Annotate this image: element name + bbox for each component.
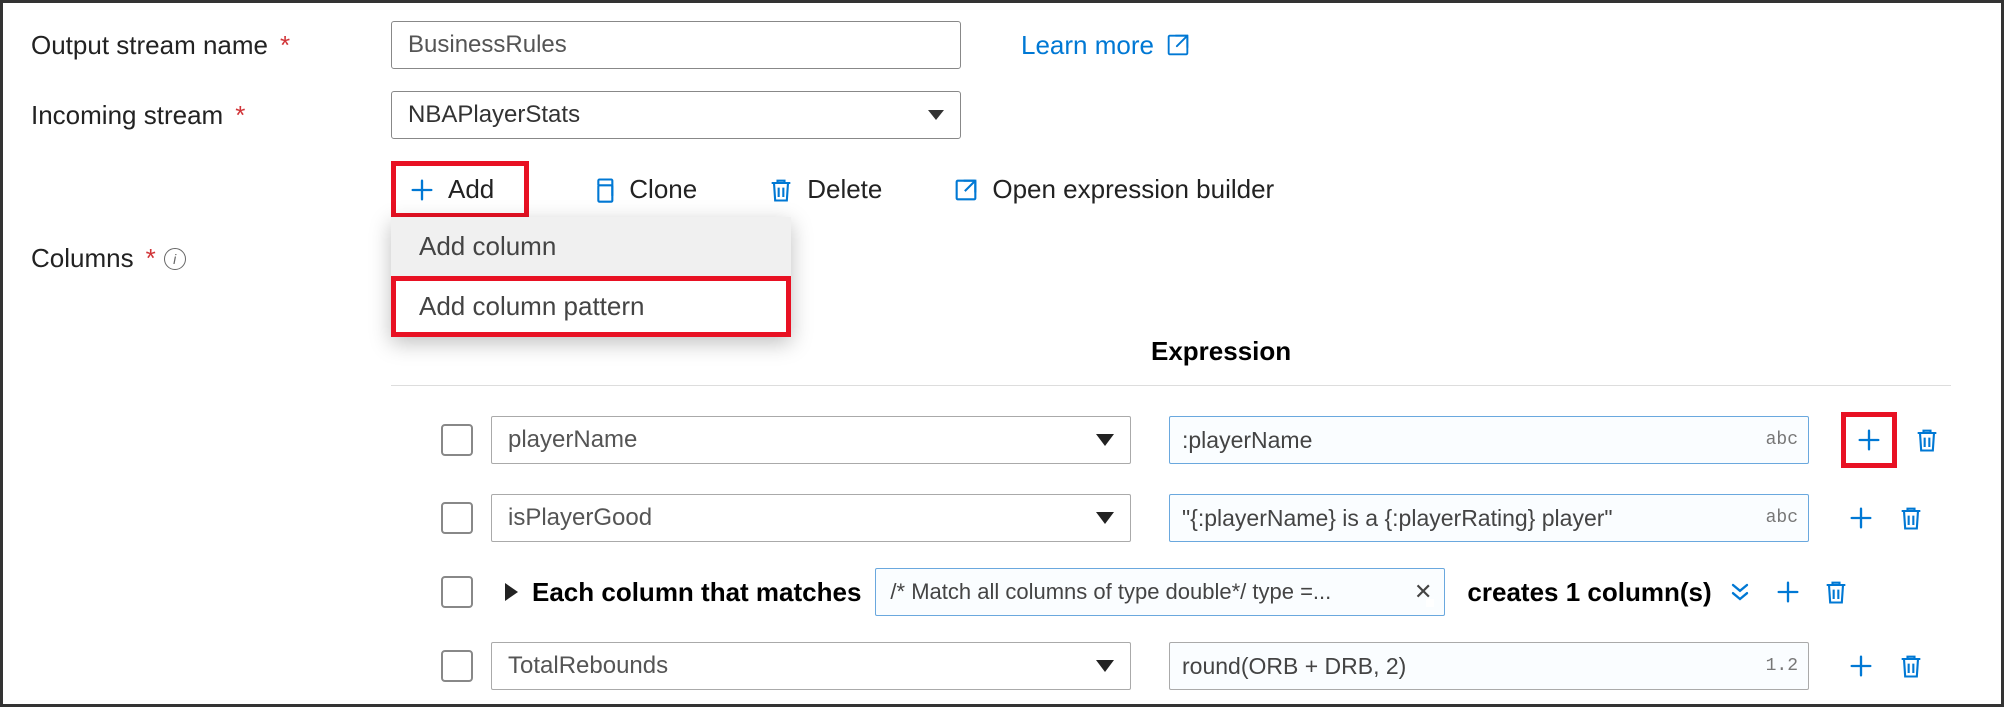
row-actions: [1841, 412, 1941, 468]
double-chevron-down-icon: [1726, 578, 1754, 606]
expression-input[interactable]: round(ORB + DRB, 2) 1.2: [1169, 642, 1809, 690]
label-text: Incoming stream: [31, 100, 223, 131]
type-badge: 1.2: [1766, 656, 1798, 676]
required-asterisk: *: [235, 100, 245, 131]
column-name-value: TotalRebounds: [508, 652, 668, 680]
expression-value: "{:playerName} is a {:playerRating} play…: [1182, 505, 1613, 532]
plus-icon: [1774, 578, 1802, 606]
expression-header: Expression: [1151, 336, 1291, 367]
delete-row-button[interactable]: [1822, 578, 1850, 606]
trash-icon: [1897, 504, 1925, 532]
plus-icon: [1847, 652, 1875, 680]
add-row-button[interactable]: [1841, 498, 1881, 538]
add-label: Add: [448, 174, 494, 205]
column-name-select[interactable]: isPlayerGood: [491, 494, 1131, 542]
incoming-stream-row: Incoming stream * NBAPlayerStats: [31, 91, 1973, 139]
trash-icon: [1822, 578, 1850, 606]
row-checkbox[interactable]: [441, 424, 473, 456]
column-row: isPlayerGood "{:playerName} is a {:playe…: [391, 494, 1973, 542]
column-row: TotalRebounds round(ORB + DRB, 2) 1.2: [391, 642, 1973, 690]
row-checkbox[interactable]: [441, 576, 473, 608]
trash-icon: [767, 176, 795, 204]
toolbar-wrap: Add Clone Delete Open expression builder…: [391, 161, 1973, 218]
learn-more-text: Learn more: [1021, 30, 1154, 61]
add-button[interactable]: Add: [391, 161, 529, 218]
info-icon[interactable]: i: [164, 248, 186, 270]
pattern-row: Each column that matches /* Match all co…: [391, 568, 1973, 616]
output-stream-input[interactable]: [391, 21, 961, 69]
plus-icon: [1855, 426, 1883, 454]
row-checkbox[interactable]: [441, 502, 473, 534]
settings-panel: Output stream name * Learn more Incoming…: [0, 0, 2004, 707]
add-column-pattern-item[interactable]: Add column pattern: [391, 276, 791, 337]
delete-button[interactable]: Delete: [757, 168, 892, 211]
clone-button[interactable]: Clone: [579, 168, 707, 211]
chevron-down-icon: [928, 110, 944, 120]
columns-header: Expression: [391, 336, 1973, 367]
add-row-button[interactable]: [1841, 412, 1897, 468]
clear-icon[interactable]: ✕: [1414, 579, 1432, 605]
collapse-toggle[interactable]: [1726, 578, 1754, 606]
expression-input[interactable]: :playerName abc: [1169, 416, 1809, 464]
learn-more-link[interactable]: Learn more: [1021, 30, 1192, 61]
trash-icon: [1913, 426, 1941, 454]
select-value: NBAPlayerStats: [408, 101, 580, 129]
add-dropdown: Add column Add column pattern: [391, 217, 791, 337]
delete-row-button[interactable]: [1897, 504, 1925, 532]
clone-icon: [589, 176, 617, 204]
external-link-icon: [1164, 31, 1192, 59]
expand-toggle-icon[interactable]: [505, 583, 518, 601]
label-text: Columns: [31, 243, 134, 274]
open-expression-builder-button[interactable]: Open expression builder: [942, 168, 1284, 211]
row-actions: [1841, 498, 1925, 538]
pattern-expression-value: /* Match all columns of type double*/ ty…: [890, 579, 1331, 605]
add-row-button[interactable]: [1768, 572, 1808, 612]
caret-down-icon: [1096, 434, 1114, 446]
column-name-select[interactable]: playerName: [491, 416, 1131, 464]
required-asterisk: *: [280, 30, 290, 61]
row-actions: [1841, 646, 1925, 686]
expression-input[interactable]: "{:playerName} is a {:playerRating} play…: [1169, 494, 1809, 542]
trash-icon: [1897, 652, 1925, 680]
external-link-icon: [952, 176, 980, 204]
plus-icon: [1847, 504, 1875, 532]
open-builder-label: Open expression builder: [992, 174, 1274, 205]
type-badge: abc: [1766, 508, 1798, 528]
required-asterisk: *: [146, 243, 156, 274]
add-column-item[interactable]: Add column: [391, 217, 791, 276]
output-stream-row: Output stream name * Learn more: [31, 21, 1973, 69]
caret-down-icon: [1096, 512, 1114, 524]
add-row-button[interactable]: [1841, 646, 1881, 686]
caret-down-icon: [1096, 660, 1114, 672]
column-name-value: playerName: [508, 426, 637, 454]
label-text: Output stream name: [31, 30, 268, 61]
plus-icon: [408, 176, 436, 204]
incoming-stream-label: Incoming stream *: [31, 100, 391, 131]
output-stream-label: Output stream name *: [31, 30, 391, 61]
delete-label: Delete: [807, 174, 882, 205]
row-checkbox[interactable]: [441, 650, 473, 682]
columns-label: Columns * i: [31, 243, 391, 274]
type-badge: abc: [1766, 430, 1798, 450]
column-name-select[interactable]: TotalRebounds: [491, 642, 1131, 690]
expression-value: round(ORB + DRB, 2): [1182, 653, 1406, 680]
expression-value: :playerName: [1182, 427, 1312, 454]
pattern-suffix: creates 1 column(s): [1467, 577, 1711, 608]
clone-label: Clone: [629, 174, 697, 205]
column-row: playerName :playerName abc: [391, 412, 1973, 468]
column-name-value: isPlayerGood: [508, 504, 652, 532]
divider: [391, 385, 1951, 386]
incoming-stream-select[interactable]: NBAPlayerStats: [391, 91, 961, 139]
pattern-prefix: Each column that matches: [532, 577, 861, 608]
columns-toolbar: Add Clone Delete Open expression builder: [391, 161, 1973, 218]
pattern-expression-input[interactable]: /* Match all columns of type double*/ ty…: [875, 568, 1445, 616]
delete-row-button[interactable]: [1913, 426, 1941, 454]
delete-row-button[interactable]: [1897, 652, 1925, 680]
